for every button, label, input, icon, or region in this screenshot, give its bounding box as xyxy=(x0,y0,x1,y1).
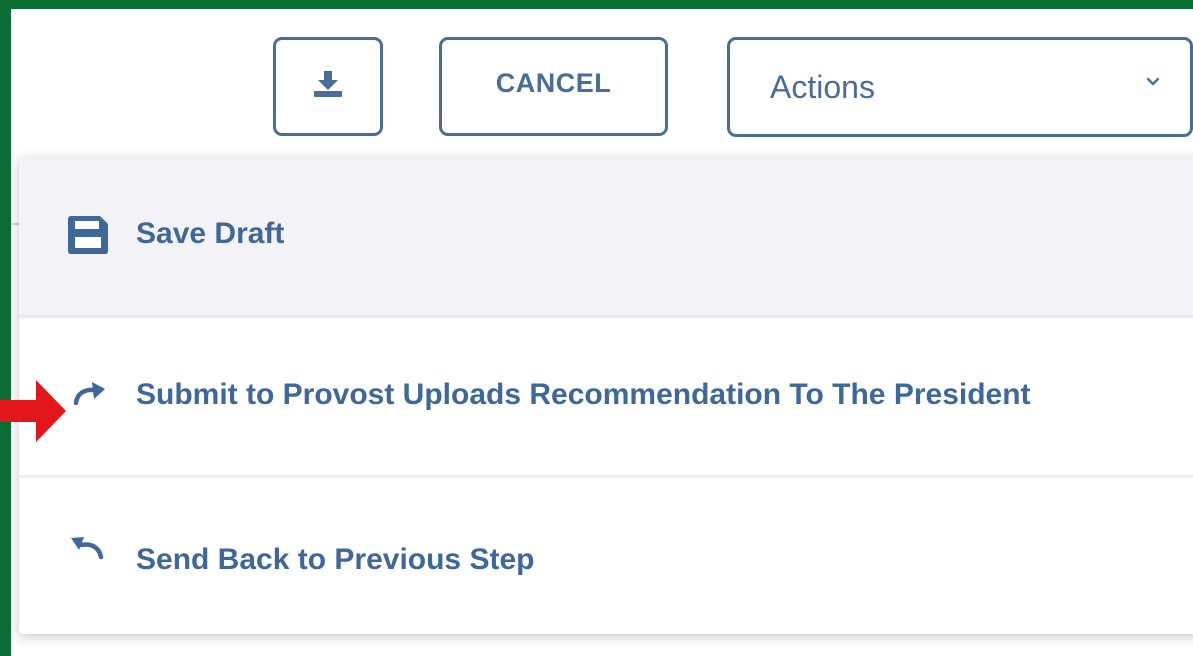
menu-item-send-back[interactable]: Send Back to Previous Step xyxy=(19,478,1193,634)
download-icon xyxy=(314,70,342,97)
floppy-disk-icon xyxy=(68,216,108,254)
cancel-button-label: CANCEL xyxy=(495,68,612,98)
menu-item-submit-to-provost[interactable]: Submit to Provost Uploads Recommendation… xyxy=(19,318,1193,478)
download-button[interactable] xyxy=(273,37,383,136)
menu-item-save-draft[interactable]: Save Draft xyxy=(19,157,1193,318)
red-arrow-icon xyxy=(0,380,66,442)
menu-item-label: Send Back to Previous Step xyxy=(136,543,535,576)
actions-dropdown-label: Actions xyxy=(770,68,875,105)
undo-arrow-icon xyxy=(71,537,104,560)
redo-arrow-icon xyxy=(73,382,105,405)
chevron-down-icon xyxy=(1146,77,1160,86)
menu-item-label: Submit to Provost Uploads Recommendation… xyxy=(136,378,1031,411)
cancel-button[interactable]: CANCEL xyxy=(439,37,668,136)
actions-menu: Save Draft Submit to Provost Uploads Rec… xyxy=(19,157,1193,634)
actions-dropdown[interactable]: Actions xyxy=(727,37,1193,137)
menu-item-label: Save Draft xyxy=(136,217,285,250)
